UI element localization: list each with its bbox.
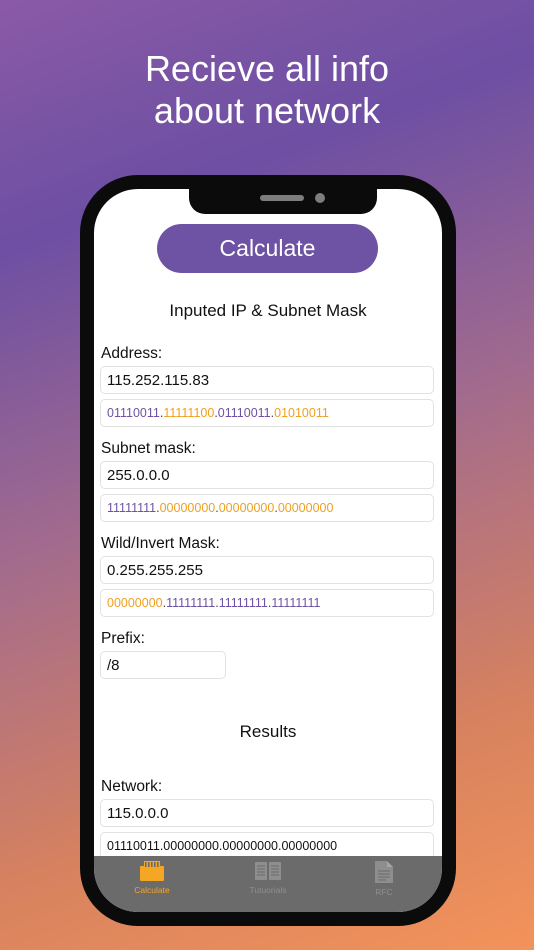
ethernet-port-icon bbox=[140, 861, 164, 881]
network-field[interactable]: 115.0.0.0 bbox=[100, 799, 434, 827]
tab-calculate-label: Calculate bbox=[134, 885, 170, 895]
address-binary-octet-4: 01010011 bbox=[274, 406, 329, 420]
calculate-button[interactable]: Calculate bbox=[157, 224, 378, 273]
phone-frame: Calculate Inputed IP & Subnet Mask Addre… bbox=[80, 175, 456, 926]
tab-tutorials[interactable]: Tutuorials bbox=[210, 856, 326, 912]
wild-binary-octet-1: 00000000 bbox=[107, 596, 163, 610]
tab-calculate[interactable]: Calculate bbox=[94, 856, 210, 912]
wild-mask-label: Wild/Invert Mask: bbox=[101, 535, 220, 552]
subnet-mask-binary: 11111111. 00000000. 00000000. 00000000 bbox=[100, 494, 434, 522]
prefix-field[interactable]: /8 bbox=[100, 651, 226, 679]
wild-binary-octet-2: 11111111 bbox=[166, 596, 216, 610]
headline-line-1: Recieve all info bbox=[144, 48, 390, 89]
open-book-icon bbox=[255, 862, 281, 880]
results-section-title: Results bbox=[239, 722, 297, 741]
speaker-grille bbox=[260, 195, 304, 201]
address-binary-octet-2: 11111100 bbox=[163, 406, 215, 420]
tab-rfc-label: RFC bbox=[375, 887, 393, 897]
wild-binary-octet-4: 11111111 bbox=[271, 596, 321, 610]
app-screen: Calculate Inputed IP & Subnet Mask Addre… bbox=[94, 189, 442, 912]
tab-rfc[interactable]: RFC bbox=[326, 856, 442, 912]
wild-mask-binary: 00000000. 11111111. 11111111. 11111111 bbox=[100, 589, 434, 617]
promo-headline: Recieve all info about network bbox=[0, 48, 534, 132]
front-camera bbox=[315, 193, 325, 203]
address-label: Address: bbox=[101, 345, 163, 362]
prefix-label: Prefix: bbox=[101, 630, 145, 647]
network-label: Network: bbox=[101, 778, 163, 795]
address-binary-octet-1: 01110011 bbox=[107, 406, 160, 420]
document-icon bbox=[375, 861, 393, 883]
subnet-binary-octet-2: 00000000 bbox=[159, 501, 216, 515]
tab-tutorials-label: Tutuorials bbox=[249, 885, 287, 895]
tab-bar: Calculate Tutuorials RFC bbox=[94, 856, 442, 912]
address-field[interactable]: 115.252.115.83 bbox=[100, 366, 434, 394]
subnet-binary-octet-3: 00000000 bbox=[218, 501, 275, 515]
wild-binary-octet-3: 11111111 bbox=[218, 596, 268, 610]
subnet-binary-octet-1: 11111111 bbox=[107, 501, 157, 515]
address-binary-octet-3: 01110011 bbox=[217, 406, 271, 420]
subnet-mask-label: Subnet mask: bbox=[101, 440, 196, 457]
headline-line-2: about network bbox=[153, 90, 381, 131]
input-section-title: Inputed IP & Subnet Mask bbox=[169, 301, 367, 320]
subnet-binary-octet-4: 00000000 bbox=[277, 501, 334, 515]
wild-mask-field[interactable]: 0.255.255.255 bbox=[100, 556, 434, 584]
subnet-mask-field[interactable]: 255.0.0.0 bbox=[100, 461, 434, 489]
phone-notch bbox=[189, 189, 377, 214]
address-binary: 01110011. 11111100. 01110011. 01010011 bbox=[100, 399, 434, 427]
